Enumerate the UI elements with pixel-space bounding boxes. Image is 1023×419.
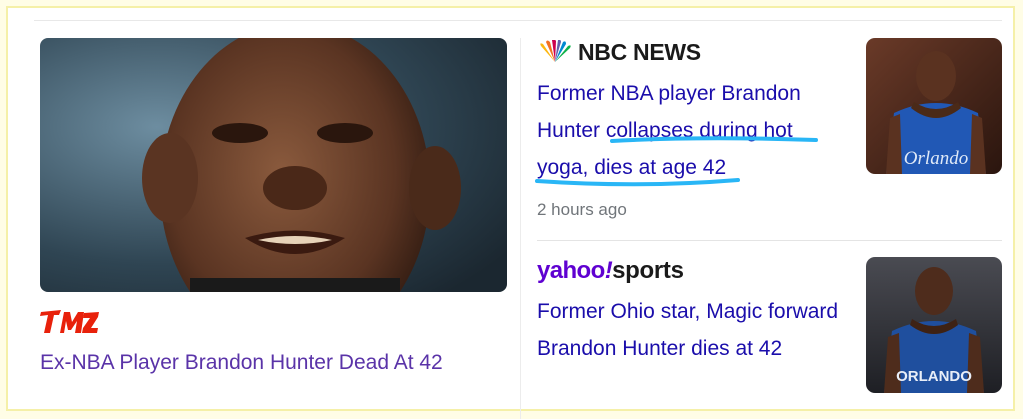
right-story-2-headline-link[interactable]: Former Ohio star, Magic forward Brandon … <box>537 293 847 367</box>
source-bang: ! <box>604 257 613 284</box>
source-name: NBC NEWS <box>578 38 701 65</box>
nbc-peacock-logo-icon <box>540 40 571 62</box>
source-brand: yahoo <box>537 257 605 284</box>
hero-image[interactable] <box>40 38 507 292</box>
left-story-headline-link[interactable]: Ex-NBA Player Brandon Hunter Dead At 42 <box>40 348 510 378</box>
story-timestamp: 2 hours ago <box>537 200 627 219</box>
story-divider <box>537 240 1002 241</box>
top-divider <box>34 20 1002 21</box>
tmz-logo-icon <box>40 309 100 340</box>
column-divider <box>520 38 521 419</box>
story-1-thumbnail[interactable]: Orlando <box>866 38 1002 174</box>
player-portrait-image <box>40 38 507 292</box>
jersey-text: Orlando <box>904 148 968 169</box>
jersey-text: ORLANDO <box>896 368 972 385</box>
story-2-thumbnail[interactable]: ORLANDO <box>866 257 1002 393</box>
source-product: sports <box>612 257 684 284</box>
source-logo-text: yahoo!sports <box>537 257 684 285</box>
right-story-1-headline-link[interactable]: Former NBA player Brandon Hunter collaps… <box>537 75 847 186</box>
nbc-news-source: NBC NEWS <box>537 38 701 66</box>
yahoo-sports-source: yahoo!sports <box>537 256 684 286</box>
